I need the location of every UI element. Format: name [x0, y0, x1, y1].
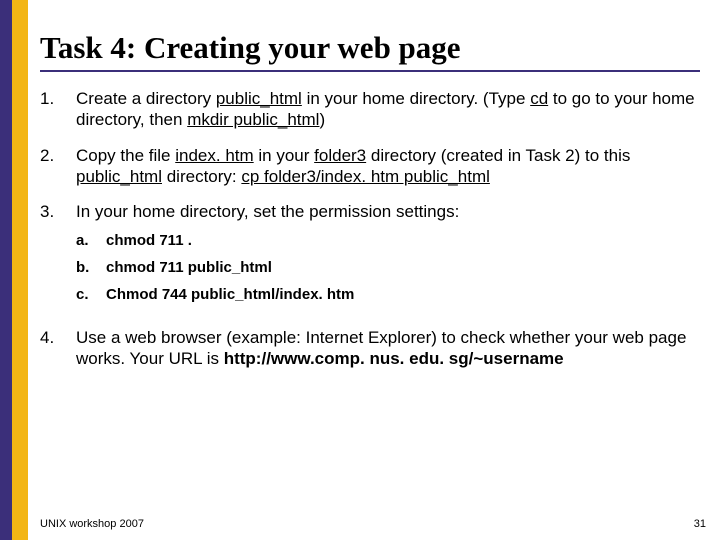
- footer-text: UNIX workshop 2007: [40, 518, 144, 530]
- sub-item-text: Chmod 744 public_html/index. htm: [106, 286, 354, 305]
- item-number: 2.: [40, 145, 76, 188]
- list-item: 2.Copy the file index. htm in your folde…: [40, 145, 700, 188]
- text-run: mkdir public_html: [187, 110, 319, 129]
- text-run: public_html: [76, 167, 162, 186]
- page-number: 31: [694, 518, 706, 530]
- left-stripe-purple: [0, 0, 12, 540]
- text-run: http://www.comp. nus. edu. sg/~username: [224, 349, 564, 368]
- sub-item-text: chmod 711 .: [106, 232, 192, 251]
- item-body: In your home directory, set the permissi…: [76, 201, 700, 313]
- text-run: Create a directory: [76, 89, 216, 108]
- sub-item-number: c.: [76, 286, 106, 305]
- left-stripe-gold: [12, 0, 28, 540]
- item-number: 4.: [40, 327, 76, 370]
- text-run: index. htm: [175, 146, 253, 165]
- sub-item-number: b.: [76, 259, 106, 278]
- sub-list-item: b.chmod 711 public_html: [76, 259, 700, 278]
- list-item: 1.Create a directory public_html in your…: [40, 88, 700, 131]
- item-body: Create a directory public_html in your h…: [76, 88, 700, 131]
- text-run: directory:: [162, 167, 241, 186]
- text-run: Copy the file: [76, 146, 175, 165]
- text-run: cp folder3/index. htm public_html: [241, 167, 490, 186]
- list-item: 4.Use a web browser (example: Internet E…: [40, 327, 700, 370]
- sub-list-item: a.chmod 711 .: [76, 232, 700, 251]
- main-list: 1.Create a directory public_html in your…: [40, 88, 700, 369]
- slide-title: Task 4: Creating your web page: [40, 30, 700, 72]
- sub-list: a.chmod 711 .b.chmod 711 public_htmlc.Ch…: [76, 232, 700, 304]
- item-number: 3.: [40, 201, 76, 313]
- text-run: folder3: [314, 146, 366, 165]
- text-run: cd: [530, 89, 548, 108]
- item-body: Copy the file index. htm in your folder3…: [76, 145, 700, 188]
- sub-list-item: c.Chmod 744 public_html/index. htm: [76, 286, 700, 305]
- text-run: in your home directory. (Type: [302, 89, 530, 108]
- slide-content: Task 4: Creating your web page 1.Create …: [40, 30, 700, 530]
- sub-item-text: chmod 711 public_html: [106, 259, 272, 278]
- list-item: 3.In your home directory, set the permis…: [40, 201, 700, 313]
- text-run: public_html: [216, 89, 302, 108]
- sub-item-number: a.: [76, 232, 106, 251]
- item-body: Use a web browser (example: Internet Exp…: [76, 327, 700, 370]
- text-run: ): [319, 110, 325, 129]
- text-run: in your: [254, 146, 314, 165]
- text-run: In your home directory, set the permissi…: [76, 202, 459, 221]
- item-number: 1.: [40, 88, 76, 131]
- text-run: directory (created in Task 2) to this: [366, 146, 630, 165]
